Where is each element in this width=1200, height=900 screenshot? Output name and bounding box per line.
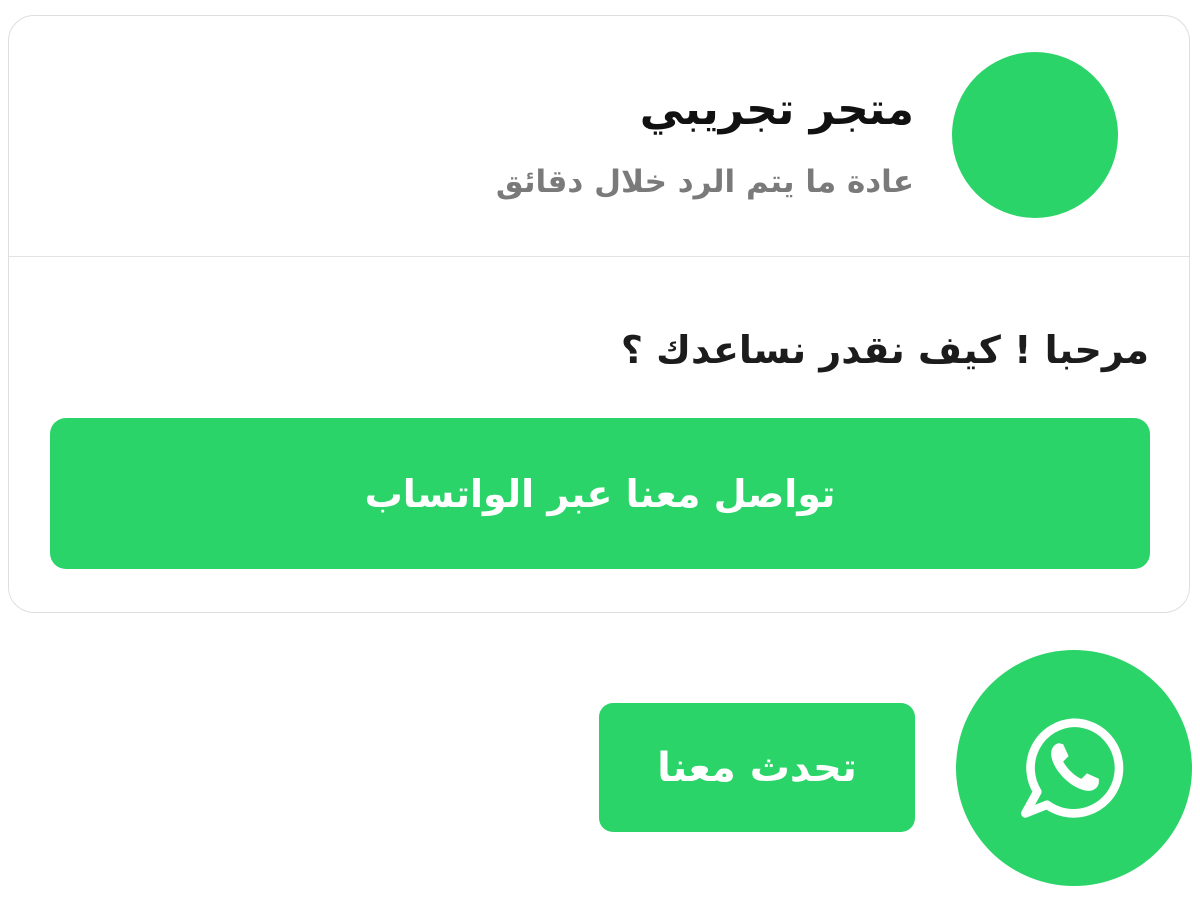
whatsapp-contact-button[interactable]: تواصل معنا عبر الواتساب	[50, 418, 1150, 569]
greeting-message: مرحبا ! كيف نقدر نساعدك ؟	[620, 328, 1149, 372]
whatsapp-launcher-button[interactable]	[956, 650, 1192, 886]
chat-with-us-button[interactable]: تحدث معنا	[599, 703, 915, 832]
store-avatar	[952, 52, 1118, 218]
reply-time-note: عادة ما يتم الرد خلال دقائق	[495, 164, 914, 200]
widget-header: متجر تجريبي عادة ما يتم الرد خلال دقائق	[9, 16, 1189, 257]
chat-widget-card: متجر تجريبي عادة ما يتم الرد خلال دقائق …	[8, 15, 1190, 613]
whatsapp-icon	[1021, 718, 1124, 818]
store-name: متجر تجريبي	[639, 84, 914, 135]
